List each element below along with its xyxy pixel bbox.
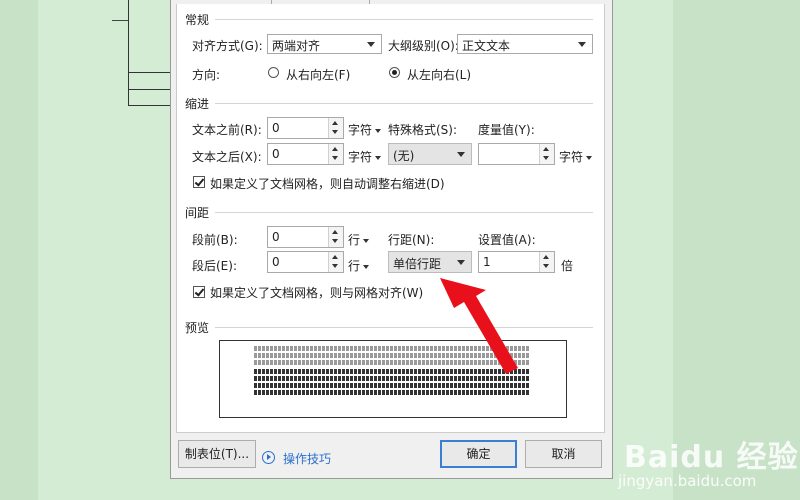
annotation-arrow [440,278,518,374]
arrow-shape [440,278,518,374]
baidu-watermark: Baidu 经验 jingyan.baidu.com [610,428,800,500]
watermark-brand: Baidu 经验 [624,440,799,475]
watermark-url: jingyan.baidu.com [618,472,757,490]
